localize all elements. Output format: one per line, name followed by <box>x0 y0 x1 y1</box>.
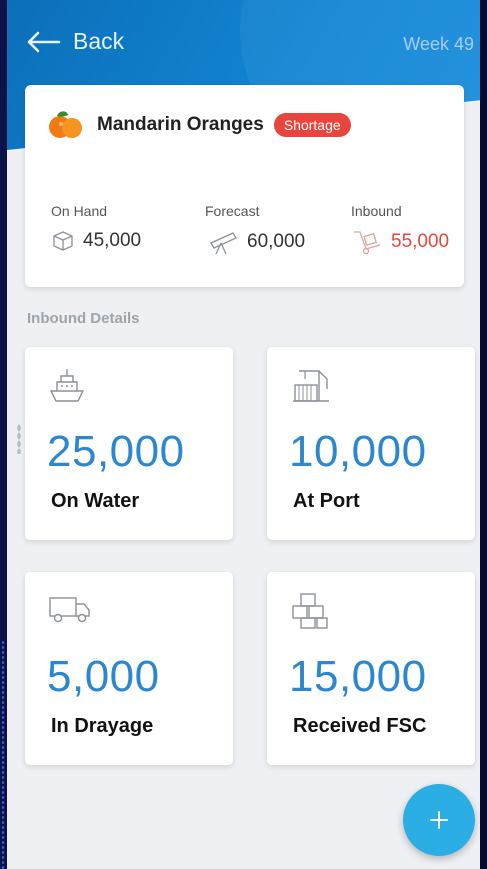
box-icon <box>53 231 73 251</box>
ship-icon <box>49 369 85 402</box>
tile-value: 25,000 <box>47 427 185 476</box>
tile-received-fsc[interactable]: 15,000 Received FSC <box>267 572 475 765</box>
app-screen: Back Week 49 Mandarin Oranges Shortage O… <box>7 0 480 869</box>
stat-value: 55,000 <box>391 231 450 252</box>
edge-pattern <box>1 640 5 869</box>
back-button[interactable]: Back <box>27 28 124 55</box>
product-title-row: Mandarin Oranges Shortage <box>47 109 351 141</box>
stat-label: Inbound <box>351 203 402 219</box>
plus-icon <box>430 811 448 829</box>
tile-label: On Water <box>51 490 140 512</box>
tile-value: 5,000 <box>47 652 160 701</box>
stat-inbound: Inbound 55,000 <box>351 203 449 255</box>
tile-value: 10,000 <box>289 427 427 476</box>
stat-label: Forecast <box>205 203 260 219</box>
right-edge <box>480 0 487 869</box>
tile-on-water[interactable]: 25,000 On Water <box>25 347 233 540</box>
arrow-left-icon <box>27 31 61 52</box>
stat-on-hand: On Hand 45,000 <box>51 203 141 253</box>
stat-value: 45,000 <box>83 230 142 251</box>
week-label: Week 49 <box>403 34 474 54</box>
telescope-icon <box>210 232 237 255</box>
stat-label: On Hand <box>51 203 108 219</box>
truck-icon <box>49 597 90 623</box>
product-summary-card: Mandarin Oranges Shortage On Hand 45,000… <box>25 85 464 287</box>
port-crane-icon <box>293 370 329 402</box>
hand-truck-icon <box>354 231 381 255</box>
stacked-boxes-icon <box>292 593 328 629</box>
back-label: Back <box>73 28 125 54</box>
tile-label: In Drayage <box>51 715 154 737</box>
status-badge: Shortage <box>273 113 351 137</box>
stat-forecast: Forecast 60,000 <box>205 203 305 255</box>
product-name: Mandarin Oranges <box>97 114 264 135</box>
tile-at-port[interactable]: 10,000 At Port <box>267 347 475 540</box>
tile-label: At Port <box>293 490 360 512</box>
stat-value: 60,000 <box>247 231 306 252</box>
orange-icon <box>49 111 82 138</box>
tile-in-drayage[interactable]: 5,000 In Drayage <box>25 572 233 765</box>
section-title: Inbound Details <box>27 310 140 327</box>
tile-value: 15,000 <box>289 652 427 701</box>
add-button[interactable] <box>403 784 475 856</box>
tile-label: Received FSC <box>293 715 427 737</box>
drag-handle[interactable] <box>17 424 21 454</box>
left-edge <box>0 0 7 869</box>
